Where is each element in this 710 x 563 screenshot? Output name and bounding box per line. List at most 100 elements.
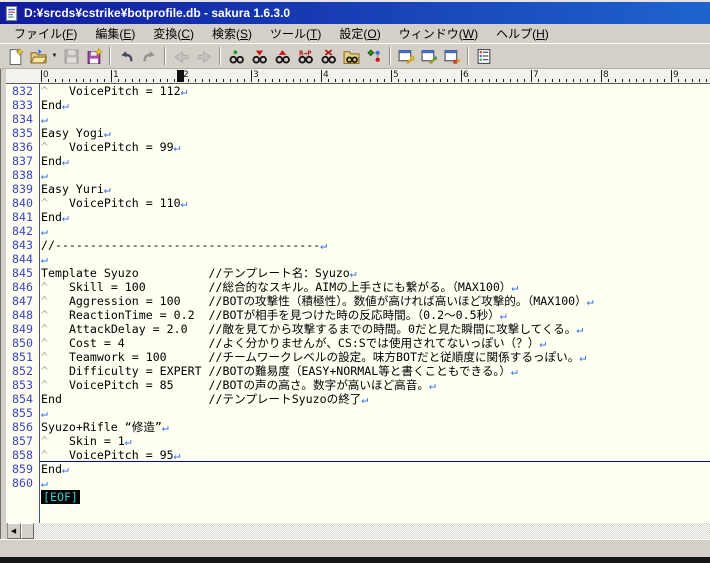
ruler-tick <box>643 79 644 82</box>
menu-item-h[interactable]: ヘルプ(H) <box>487 23 558 44</box>
menu-item-t[interactable]: ツール(T) <box>261 23 330 44</box>
ruler-tick <box>356 79 357 82</box>
line-text: End↵ <box>41 154 69 168</box>
return-mark: ↵ <box>161 420 169 434</box>
menu-item-c[interactable]: 変換(C) <box>144 23 203 44</box>
save-as-button[interactable] <box>83 45 105 67</box>
keyword-settings-button[interactable] <box>441 45 463 67</box>
editor-line[interactable]: 847 ^ Aggression = 100 //BOTの攻撃性（積極性）。数値が… <box>6 294 710 308</box>
editor-line[interactable]: 842 ↵ <box>6 224 710 238</box>
open-file-button[interactable] <box>27 45 49 67</box>
ruler-tick <box>300 79 301 82</box>
ruler-tick <box>202 79 203 82</box>
clear-search-button[interactable] <box>317 45 339 67</box>
editor-line[interactable]: 852 ^ Difficulty = EXPERT //BOTの難易度（EASY+… <box>6 364 710 378</box>
menu-item-f[interactable]: ファイル(F) <box>5 23 86 44</box>
editor-line[interactable]: 859 End↵ <box>6 462 710 476</box>
editor-line[interactable]: 837 End↵ <box>6 154 710 168</box>
return-mark: ↵ <box>173 140 181 154</box>
jump-forward-button[interactable] <box>193 45 215 67</box>
sakura-editor-window: D:¥srcds¥cstrike¥botprofile.db - sakura … <box>0 0 710 563</box>
editor-line[interactable]: 853 ^ VoicePitch = 85 //BOTの声の高さ。数字が高いほど高… <box>6 378 710 392</box>
editor-line[interactable]: 850 ^ Cost = 4 //よく分かりませんが、CS:Sでは使用されてないっ… <box>6 336 710 350</box>
menu-item-e[interactable]: 編集(E) <box>86 23 144 44</box>
editor-line[interactable]: 835 Easy Yogi↵ <box>6 126 710 140</box>
editor-line[interactable]: 860 ↵ <box>6 476 710 490</box>
find-prev-button[interactable] <box>271 45 293 67</box>
toolbar-separator <box>109 47 111 65</box>
editor-line[interactable]: 836 ^ VoicePitch = 99↵ <box>6 140 710 154</box>
return-mark: ↵ <box>103 126 111 140</box>
editor-line[interactable]: 843 //-----------------------------------… <box>6 238 710 252</box>
editor-line[interactable]: 848 ^ ReactionTime = 0.2 //BOTが相手を見つけた時の反… <box>6 308 710 322</box>
common-settings-button[interactable] <box>418 45 440 67</box>
ruler-tick <box>349 79 350 82</box>
outline-button[interactable] <box>473 45 495 67</box>
ruler-tick <box>384 79 385 82</box>
editor-line[interactable]: 855 ↵ <box>6 406 710 420</box>
line-text: ↵ <box>41 224 48 238</box>
ruler-tick <box>41 70 42 82</box>
scroll-left-button[interactable]: ◀ <box>6 523 21 539</box>
ruler-tick <box>440 79 441 82</box>
scrollbar-thumb[interactable] <box>21 523 34 539</box>
text-editor-area[interactable]: 832 ^ VoicePitch = 112↵ 833 End↵ 834 ↵ 835 Easy… <box>6 84 710 523</box>
tab-mark: ^ <box>41 336 48 350</box>
editor-line[interactable]: 839 Easy Yuri↵ <box>6 182 710 196</box>
editor-line[interactable]: 849 ^ AttackDelay = 2.0 //敵を見てから攻撃するまでの時間… <box>6 322 710 336</box>
line-number: 841 <box>12 210 33 224</box>
editor-line[interactable]: 856 Syuzo+Rifle “修造”↵ <box>6 420 710 434</box>
titlebar[interactable]: D:¥srcds¥cstrike¥botprofile.db - sakura … <box>0 2 710 24</box>
menu-item-o[interactable]: 設定(O) <box>330 23 389 44</box>
editor-line[interactable]: 854 End //テンプレートSyuzoの終了↵ <box>6 392 710 406</box>
tag-jump-button[interactable] <box>363 45 385 67</box>
menu-item-s[interactable]: 検索(S) <box>203 23 261 44</box>
editor-line[interactable]: 857 ^ Skin = 1↵ <box>6 434 710 448</box>
editor-line[interactable]: 832 ^ VoicePitch = 112↵ <box>6 84 710 98</box>
common-settings-icon <box>421 49 437 64</box>
ruler-tick <box>524 79 525 82</box>
ruler-tick <box>692 79 693 82</box>
grep-folder-icon <box>343 50 359 64</box>
save-button[interactable] <box>60 45 82 67</box>
line-text: ↵ <box>41 168 48 182</box>
editor-line[interactable]: 846 ^ Skill = 100 //総合的なスキル。AIMの上手さにも繋がる。… <box>6 280 710 294</box>
undo-button[interactable] <box>115 45 137 67</box>
line-number: 837 <box>12 154 33 168</box>
replace-button[interactable]: R→P <box>294 45 316 67</box>
line-text: ^ Cost = 4 //よく分かりませんが、CS:Sでは使用されてないっぽい（… <box>41 336 547 350</box>
editor-line[interactable]: 840 ^ VoicePitch = 110↵ <box>6 196 710 210</box>
editor-line[interactable]: 838 ↵ <box>6 168 710 182</box>
clear-search-icon <box>320 48 336 64</box>
return-mark: ↵ <box>61 154 69 168</box>
jump-back-button[interactable] <box>170 45 192 67</box>
ruler-tick <box>622 79 623 82</box>
editor-line[interactable]: 841 End↵ <box>6 210 710 224</box>
ruler-tick <box>573 79 574 82</box>
line-text: End //テンプレートSyuzoの終了↵ <box>41 392 369 406</box>
return-mark: ↵ <box>320 238 328 252</box>
type-settings-button[interactable] <box>395 45 417 67</box>
return-mark: ↵ <box>510 364 518 378</box>
editor-line[interactable]: 833 End↵ <box>6 98 710 112</box>
redo-button[interactable] <box>138 45 160 67</box>
ruler-tick <box>62 79 63 82</box>
editor-line[interactable]: 858 ^ VoicePitch = 95↵ <box>6 448 710 462</box>
line-number: 850 <box>12 336 33 350</box>
new-file-button[interactable] <box>4 45 26 67</box>
horizontal-scrollbar[interactable]: ◀ <box>6 523 710 539</box>
ruler-tick <box>314 79 315 82</box>
open-file-dropdown-arrow[interactable]: ▼ <box>50 45 59 67</box>
menu-item-w[interactable]: ウィンドウ(W) <box>390 23 487 44</box>
grep-button[interactable] <box>340 45 362 67</box>
find-next-button[interactable] <box>248 45 270 67</box>
editor-line[interactable]: 844 ↵ <box>6 252 710 266</box>
editor-line[interactable]: 851 ^ Teamwork = 100 //チームワークレベルの設定。味方BOT… <box>6 350 710 364</box>
line-text: ^ Difficulty = EXPERT //BOTの難易度（EASY+NOR… <box>41 364 518 378</box>
menubar: ファイル(F) 編集(E) 変換(C) 検索(S) ツール(T) 設定(O) ウィンドウ(W… <box>0 24 710 43</box>
line-number: 843 <box>12 238 33 252</box>
ruler-tick <box>195 79 196 82</box>
editor-line[interactable]: 834 ↵ <box>6 112 710 126</box>
find-button[interactable] <box>225 45 247 67</box>
editor-line[interactable]: 845 Template Syuzo //テンプレート名：Syuzo↵ <box>6 266 710 280</box>
